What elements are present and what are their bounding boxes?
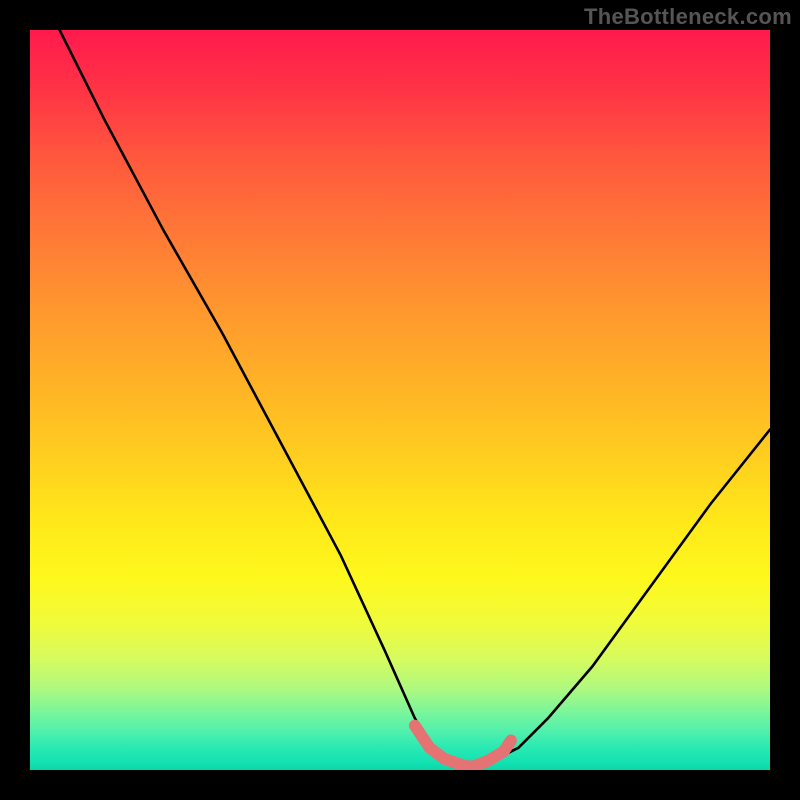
- bottleneck-curve-path: [60, 30, 770, 770]
- plot-area: [30, 30, 770, 770]
- chart-stage: TheBottleneck.com: [0, 0, 800, 800]
- watermark-text: TheBottleneck.com: [584, 4, 792, 30]
- bottom-highlight-path: [415, 726, 511, 767]
- curve-layer: [30, 30, 770, 770]
